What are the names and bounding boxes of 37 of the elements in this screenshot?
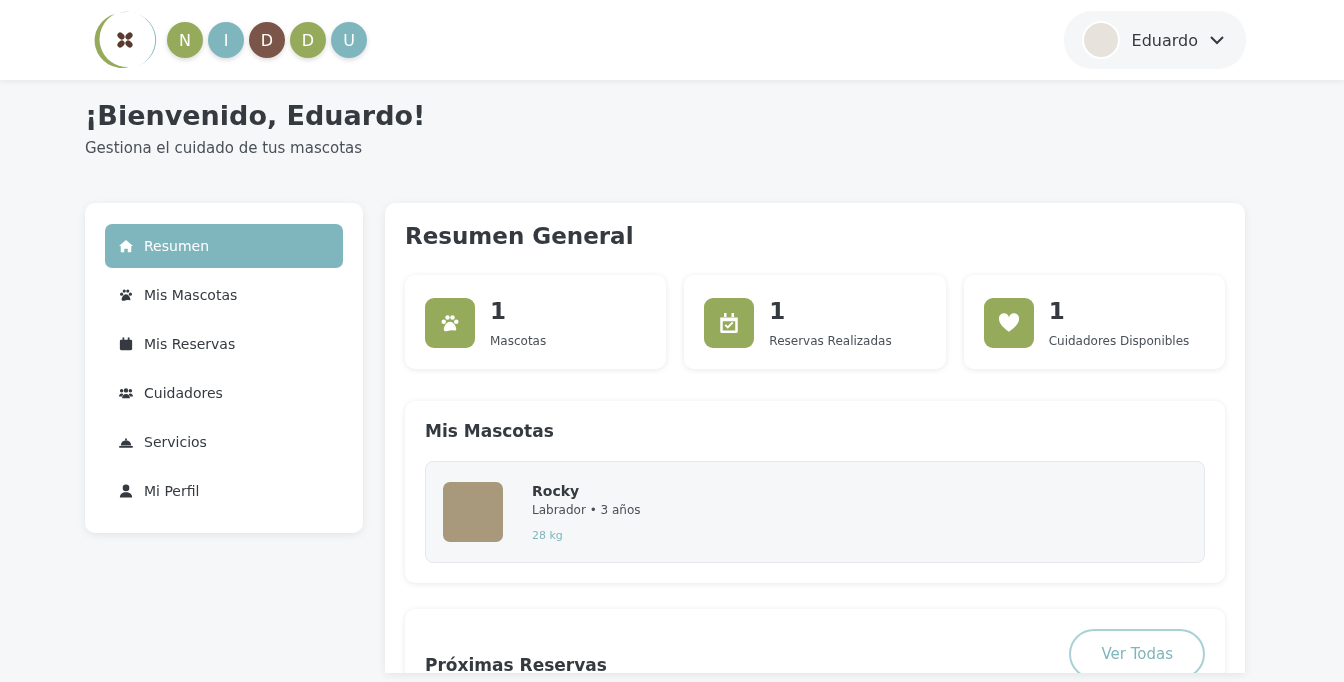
card-title: Próximas Reservas <box>425 655 607 673</box>
heart-icon <box>998 313 1019 333</box>
stat-value: 1 <box>490 298 507 324</box>
photo-placeholder <box>443 482 503 542</box>
home-icon <box>119 239 133 253</box>
stat-value: 1 <box>769 298 787 324</box>
user-icon <box>119 484 133 498</box>
logo-letter: D <box>249 22 285 58</box>
pet-weight: 28 kg <box>532 528 564 542</box>
section-title: Resumen General <box>405 223 634 249</box>
stat-value: 1 <box>1048 298 1066 324</box>
calendar-check-icon <box>719 313 740 333</box>
pet-details: Labrador • 3 años <box>532 502 641 517</box>
welcome-subtitle: Gestiona el cuidado de tus mascotas <box>85 139 363 157</box>
card-title: Mis Mascotas <box>425 421 554 441</box>
chevron-down-icon <box>1210 35 1224 45</box>
avatar <box>1081 21 1120 59</box>
logo-letter: I <box>208 22 244 58</box>
user-menu[interactable]: Eduardo <box>1063 11 1246 69</box>
paw-icon <box>119 288 133 302</box>
logo-letter: U <box>331 22 367 58</box>
calendar-icon <box>119 337 133 351</box>
nav-item[interactable]: Mis Reservas <box>105 322 343 366</box>
nav-item[interactable]: Mis Mascotas <box>105 273 343 317</box>
pet-card[interactable]: Rocky Labrador • 3 años 28 kg <box>425 461 1205 563</box>
nav-item[interactable]: Cuidadores <box>105 371 343 415</box>
welcome-title: ¡Bienvenido, Eduardo! <box>85 100 426 131</box>
pet-name: Rocky <box>532 482 581 499</box>
users-icon <box>119 386 133 400</box>
paw-icon <box>440 313 460 333</box>
stat-label: Cuidadores Disponibles <box>1048 334 1190 348</box>
stat-label: Mascotas <box>490 334 547 348</box>
nav-item[interactable]: Servicios <box>105 420 343 464</box>
logo-letter: N <box>167 22 203 58</box>
logo-letter: D <box>290 22 326 58</box>
nav-item[interactable]: Mi Perfil <box>105 469 343 513</box>
stat-label: Reservas Realizadas <box>769 334 892 348</box>
